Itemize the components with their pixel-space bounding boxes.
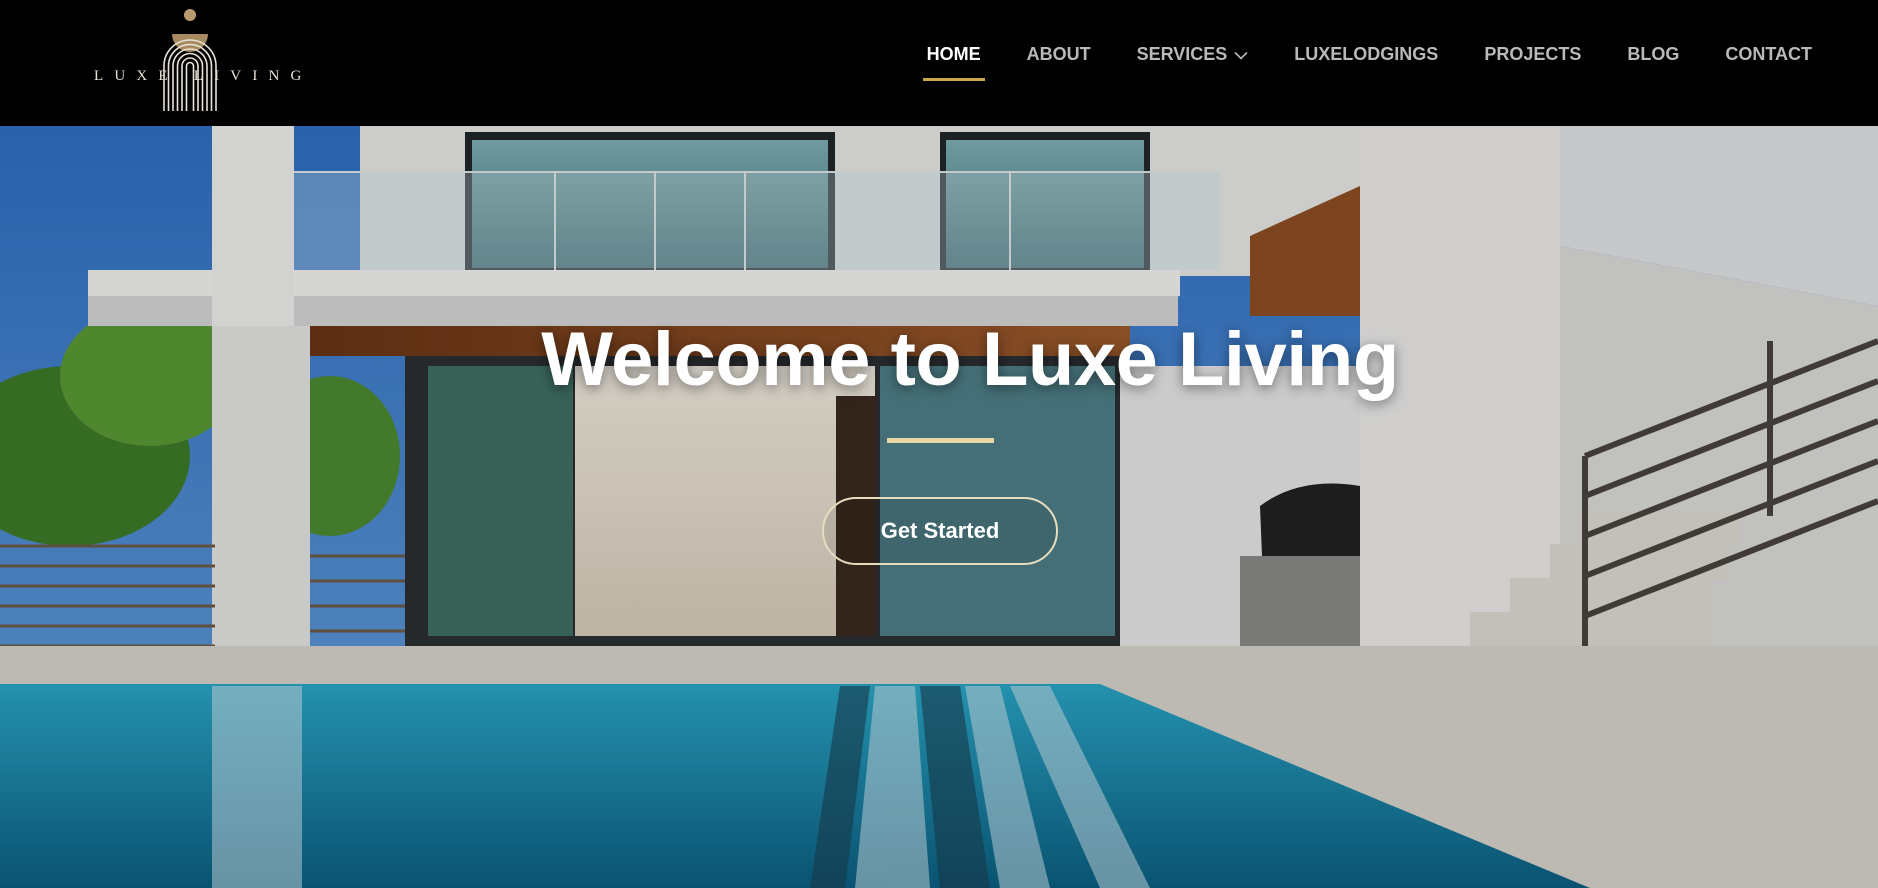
nav-about-label: ABOUT bbox=[1026, 44, 1091, 64]
nav-services[interactable]: SERVICES bbox=[1137, 44, 1249, 65]
nav-services-label: SERVICES bbox=[1136, 44, 1228, 64]
nav-blog[interactable]: BLOG bbox=[1627, 44, 1679, 65]
nav-projects[interactable]: PROJECTS bbox=[1484, 44, 1581, 65]
get-started-button[interactable]: Get Started bbox=[822, 497, 1058, 565]
nav-luxelodgings-label: LUXELODGINGS bbox=[1294, 44, 1439, 64]
nav-projects-label: PROJECTS bbox=[1484, 44, 1582, 64]
nav-blog-label: BLOG bbox=[1627, 44, 1680, 64]
arch-logo-icon bbox=[163, 9, 217, 111]
site-header: LUXE LIVING HOME ABOUT SERVICES LUXELODG… bbox=[0, 0, 1878, 126]
logo-wordmark: LUXE LIVING bbox=[94, 68, 313, 84]
nav-home[interactable]: HOME bbox=[922, 44, 985, 81]
hero-title: Welcome to Luxe Living bbox=[541, 317, 1399, 402]
nav-luxelodgings[interactable]: LUXELODGINGS bbox=[1294, 44, 1438, 65]
main-nav: HOME ABOUT SERVICES LUXELODGINGS PROJECT… bbox=[922, 44, 1812, 81]
nav-home-label: HOME bbox=[926, 44, 981, 64]
hero-section: Welcome to Luxe Living Get Started bbox=[0, 126, 1878, 888]
hero-divider bbox=[887, 438, 994, 443]
nav-about[interactable]: ABOUT bbox=[1027, 44, 1091, 65]
nav-contact-label: CONTACT bbox=[1725, 44, 1812, 64]
nav-contact[interactable]: CONTACT bbox=[1725, 44, 1812, 65]
site-logo[interactable]: LUXE LIVING bbox=[88, 4, 301, 116]
chevron-down-icon bbox=[1234, 51, 1248, 60]
